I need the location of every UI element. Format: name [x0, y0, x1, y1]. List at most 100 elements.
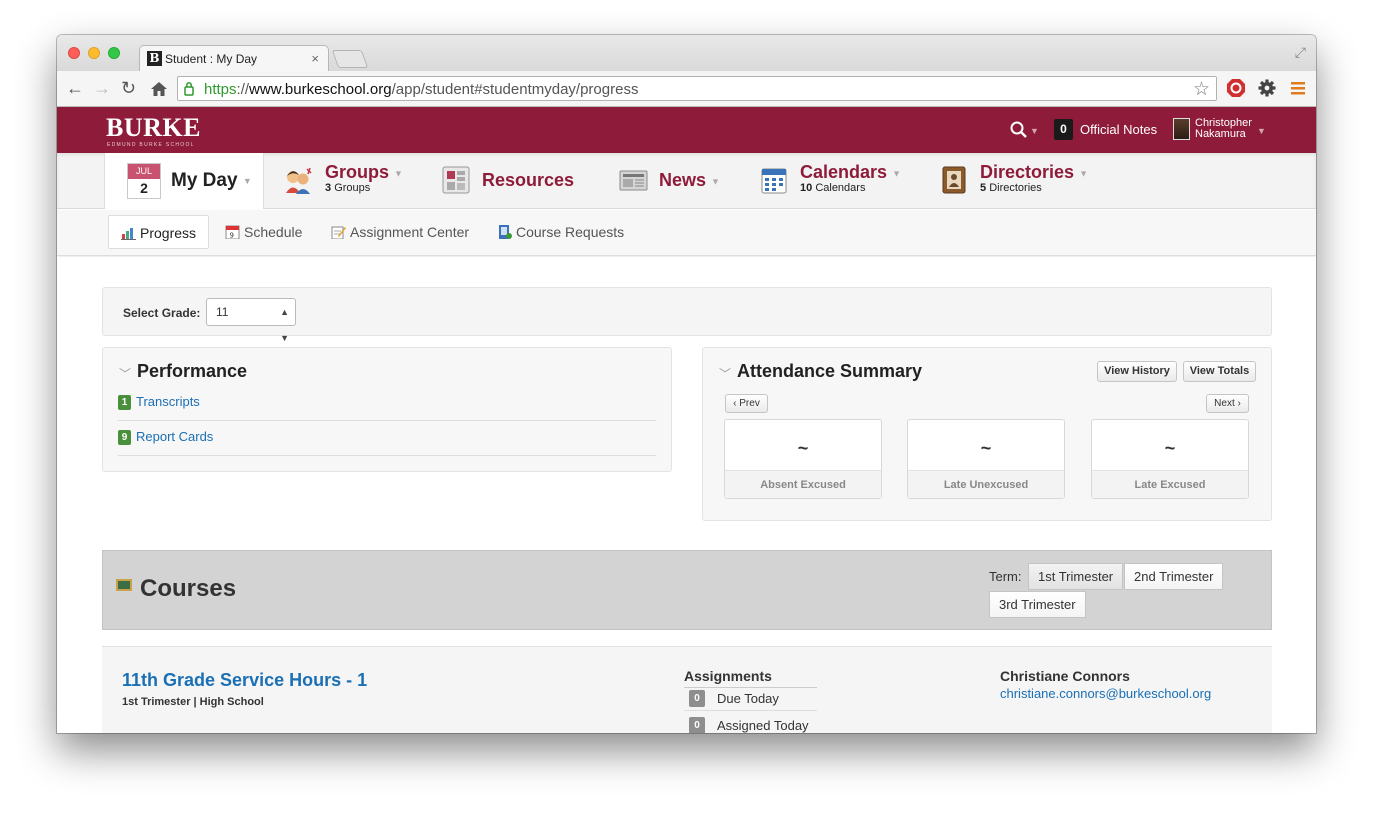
url-text: https://www.burkeschool.org/app/student#… — [204, 81, 639, 98]
list-item[interactable]: 0 Assigned Today — [684, 711, 817, 733]
minimize-window-button[interactable] — [88, 47, 100, 59]
official-notes-link[interactable]: Official Notes — [1080, 122, 1157, 137]
chevron-down-icon[interactable]: ﹀ — [719, 365, 731, 382]
groups-label: Groups ▼ — [325, 162, 403, 182]
list-item[interactable]: 9 Report Cards — [118, 421, 656, 456]
newspaper-icon — [619, 170, 648, 191]
new-tab-button[interactable] — [331, 50, 369, 68]
bar-chart-icon — [121, 228, 136, 240]
favicon-icon: B — [147, 51, 162, 66]
address-book-icon — [942, 166, 966, 194]
course-title-link[interactable]: 11th Grade Service Hours - 1 — [122, 670, 367, 691]
adblock-icon[interactable] — [1226, 78, 1246, 98]
list-item[interactable]: 0 Due Today — [684, 684, 817, 711]
count-badge: 1 — [118, 395, 131, 410]
reload-icon[interactable]: ↻ — [121, 79, 136, 97]
close-window-button[interactable] — [68, 47, 80, 59]
attendance-card: ~ Late Unexcused — [907, 419, 1065, 499]
courses-title: Courses — [140, 575, 237, 602]
school-logo-subtitle: EDMUND BURKE SCHOOL — [107, 142, 195, 148]
count-badge: 0 — [689, 717, 705, 733]
home-icon[interactable] — [149, 79, 169, 99]
grade-selector-bar: Select Grade: 11 ▲ ▼ — [102, 287, 1272, 343]
chalkboard-icon — [116, 579, 132, 591]
tab-title: Student : My Day — [165, 52, 258, 66]
browser-tab[interactable]: B Student : My Day × — [139, 45, 329, 72]
user-caret-icon[interactable]: ▼ — [1257, 126, 1266, 136]
app-header: BURKE EDMUND BURKE SCHOOL ▼ 0 Official N… — [57, 107, 1316, 153]
avatar[interactable] — [1173, 118, 1190, 140]
calendars-label: Calendars ▼ — [800, 162, 901, 182]
performance-title[interactable]: Performance — [137, 361, 247, 382]
main-content: Select Grade: 11 ▲ ▼ ﹀ Performance 1 Tran… — [57, 257, 1316, 733]
lock-icon — [184, 82, 194, 96]
gear-icon[interactable] — [1257, 78, 1277, 98]
next-button[interactable]: Next › — [1206, 394, 1249, 413]
calendar-icon — [761, 168, 787, 194]
term-3rd-trimester-button[interactable]: 3rd Trimester — [989, 591, 1086, 618]
search-icon[interactable] — [1009, 120, 1029, 140]
svg-text:9: 9 — [230, 232, 234, 240]
chevron-down-icon[interactable]: ﹀ — [119, 365, 131, 382]
assigned-today-label: Assigned Today — [717, 718, 809, 733]
term-label: Term: — [989, 569, 1022, 584]
address-bar[interactable]: https://www.burkeschool.org/app/student#… — [177, 76, 1217, 101]
groups-count: 3 Groups — [325, 182, 371, 194]
resources-label: Resources — [482, 170, 575, 190]
tab-assignment-center[interactable]: Assignment Center — [331, 215, 469, 249]
nav-my-day[interactable]: JUL 2 My Day ▼ — [104, 153, 264, 209]
teacher-email-link[interactable]: christiane.connors@burkeschool.org — [1000, 686, 1211, 701]
select-arrows-icon: ▲ ▼ — [280, 307, 289, 343]
back-arrow-icon[interactable]: ← — [66, 79, 84, 97]
people-icon — [286, 167, 312, 194]
menu-icon[interactable] — [1288, 78, 1308, 98]
schedule-icon: 9 — [225, 225, 240, 239]
view-history-button[interactable]: View History — [1097, 361, 1177, 382]
list-item[interactable]: 1 Transcripts — [118, 386, 656, 421]
count-badge: 9 — [118, 430, 131, 445]
courses-header: Courses Term: 1st Trimester 2nd Trimeste… — [102, 550, 1272, 630]
prev-button[interactable]: ‹ Prev — [725, 394, 768, 413]
performance-panel: ﹀ Performance 1 Transcripts 9 Report Car… — [102, 347, 672, 472]
attendance-card: ~ Absent Excused — [724, 419, 882, 499]
sub-nav: Progress 9 Schedule Assignment Center Co… — [57, 210, 1316, 256]
search-caret-icon[interactable]: ▼ — [1030, 126, 1039, 136]
date-badge: JUL 2 — [127, 163, 161, 199]
directories-label: Directories ▼ — [980, 162, 1088, 182]
resources-icon — [442, 166, 470, 194]
report-cards-link[interactable]: Report Cards — [136, 429, 213, 444]
course-requests-icon — [499, 225, 512, 239]
term-2nd-trimester-button[interactable]: 2nd Trimester — [1124, 563, 1224, 590]
grade-select[interactable]: 11 ▲ ▼ — [206, 298, 296, 343]
transcripts-link[interactable]: Transcripts — [136, 394, 200, 409]
school-logo[interactable]: BURKE — [106, 115, 201, 141]
course-meta: 1st Trimester | High School — [122, 696, 264, 708]
teacher-name: Christiane Connors — [1000, 668, 1130, 684]
zoom-window-button[interactable] — [108, 47, 120, 59]
attendance-title[interactable]: Attendance Summary — [737, 361, 922, 382]
directories-count: 5 Directories — [980, 182, 1042, 194]
tab-course-requests[interactable]: Course Requests — [497, 215, 624, 249]
view-totals-button[interactable]: View Totals — [1183, 361, 1256, 382]
tab-schedule[interactable]: 9 Schedule — [225, 215, 302, 249]
bookmark-star-icon[interactable]: ☆ — [1193, 78, 1210, 101]
user-menu[interactable]: Christopher Nakamura — [1195, 118, 1252, 140]
fullscreen-icon[interactable]: ⤢ — [1295, 44, 1306, 61]
browser-toolbar: ← → ↻ https://www.burkeschool.org/app/st… — [57, 71, 1316, 107]
due-today-label: Due Today — [717, 691, 779, 706]
count-badge: 0 — [689, 690, 705, 707]
tab-progress[interactable]: Progress — [108, 215, 210, 249]
official-notes-count[interactable]: 0 — [1054, 119, 1073, 140]
news-label: News ▼ — [659, 170, 720, 190]
assignment-icon — [331, 226, 346, 239]
course-card: 11th Grade Service Hours - 1 1st Trimest… — [102, 646, 1272, 733]
forward-arrow-icon[interactable]: → — [93, 79, 111, 97]
grade-label: Select Grade: — [123, 306, 201, 320]
tab-close-icon[interactable]: × — [311, 51, 319, 66]
main-nav: JUL 2 My Day ▼ Groups ▼ 3 Groups Resourc… — [57, 153, 1316, 209]
calendars-count: 10 Calendars — [800, 182, 866, 194]
attendance-panel: ﹀ Attendance Summary View History View T… — [702, 347, 1272, 521]
browser-window: B Student : My Day × ⤢ ← → ↻ https://www… — [57, 35, 1316, 733]
term-1st-trimester-button[interactable]: 1st Trimester — [1028, 563, 1124, 590]
my-day-label: My Day ▼ — [171, 170, 252, 191]
